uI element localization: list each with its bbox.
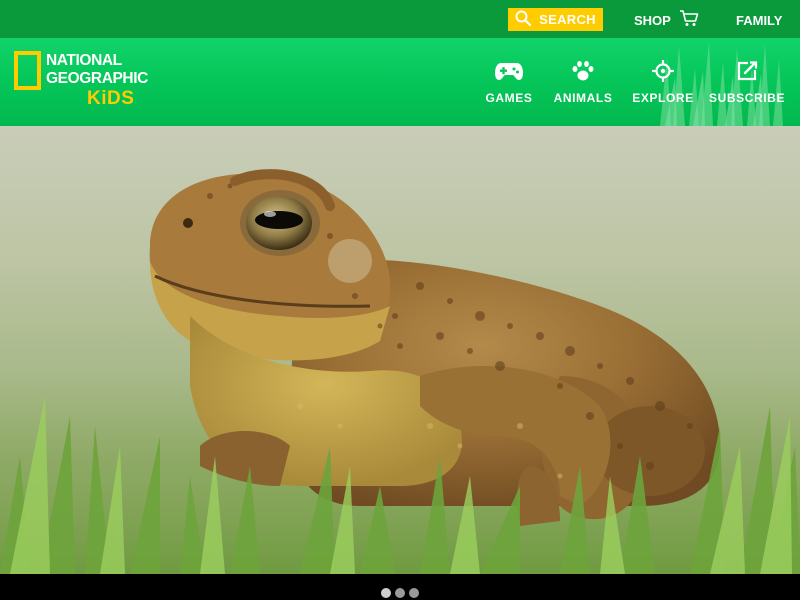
cart-icon (679, 9, 699, 32)
logo-text-national: NATIONAL (46, 52, 122, 69)
crosshair-icon (652, 58, 674, 84)
utility-bar: SEARCH SHOP FAMILY (0, 0, 800, 38)
hero-image[interactable] (0, 126, 800, 574)
edit-icon (736, 58, 758, 84)
family-label: FAMILY (736, 13, 783, 28)
nav-explore[interactable]: EXPLORE (632, 58, 694, 105)
nav-explore-label: EXPLORE (632, 91, 694, 105)
nav-animals[interactable]: ANIMALS (552, 58, 614, 105)
natgeo-kids-logo[interactable]: NATIONAL GEOGRAPHIC KiDS (14, 51, 154, 113)
nav-games[interactable]: GAMES (485, 58, 533, 105)
logo-text-kids: KiDS (87, 88, 135, 109)
main-header: NATIONAL GEOGRAPHIC KiDS GAMES ANIMALS E… (0, 38, 800, 126)
paw-icon (571, 58, 595, 84)
nav-subscribe[interactable]: SUBSCRIBE (708, 58, 786, 105)
carousel-dot-1[interactable] (381, 588, 391, 598)
shop-label: SHOP (634, 12, 671, 28)
nav-games-label: GAMES (485, 91, 533, 105)
carousel-dot-2[interactable] (395, 588, 405, 598)
carousel-indicator-bar (0, 574, 800, 600)
shop-link[interactable]: SHOP (634, 9, 699, 32)
nav-subscribe-label: SUBSCRIBE (708, 91, 786, 105)
search-label: SEARCH (539, 12, 596, 27)
search-button[interactable]: SEARCH (508, 8, 603, 31)
gamepad-icon (494, 58, 524, 84)
carousel-dot-3[interactable] (409, 588, 419, 598)
logo-yellow-frame (14, 51, 41, 90)
nav-animals-label: ANIMALS (553, 91, 613, 105)
search-icon (515, 10, 532, 29)
family-link[interactable]: FAMILY (736, 12, 782, 30)
logo-text-geographic: GEOGRAPHIC (46, 70, 148, 87)
toad-photo (0, 169, 800, 574)
